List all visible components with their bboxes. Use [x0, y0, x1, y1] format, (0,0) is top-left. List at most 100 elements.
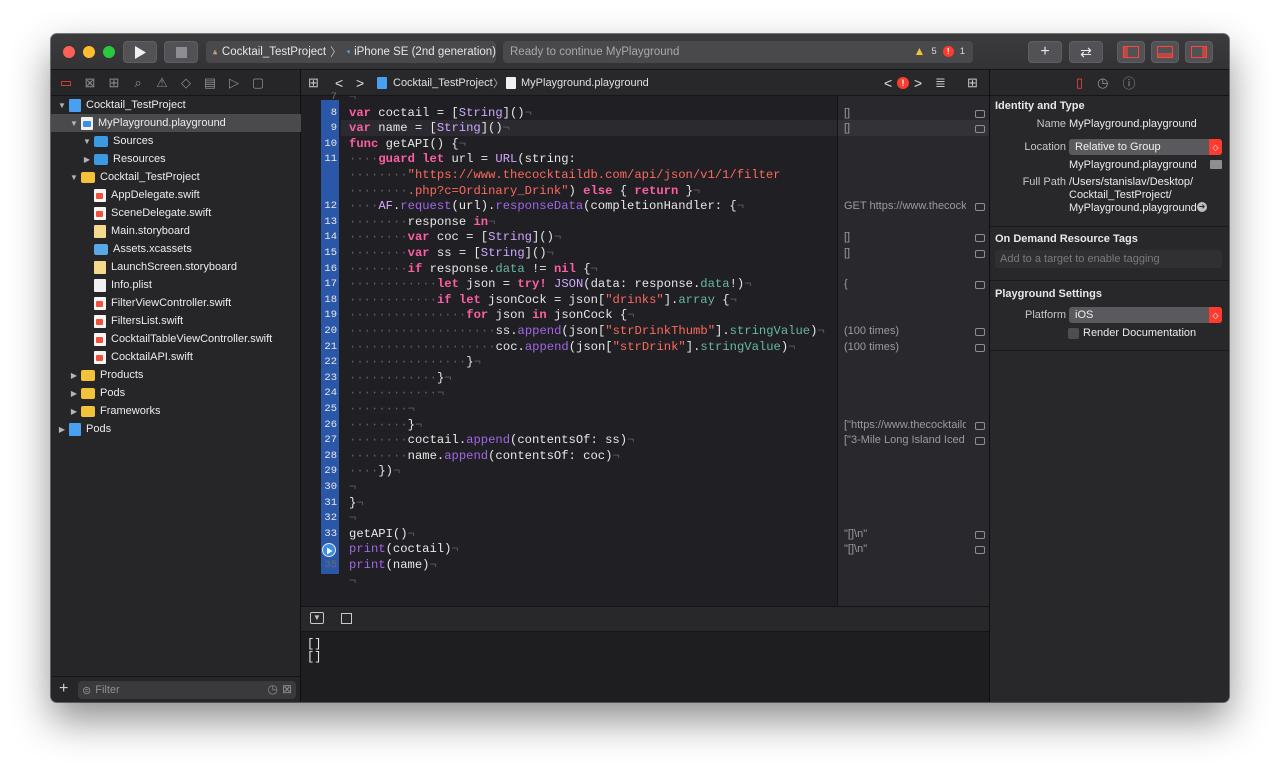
tree-item[interactable]: Info.plist [51, 276, 343, 294]
code-line[interactable]: print(name)¬ [349, 558, 437, 574]
result-value[interactable]: (100 times) [844, 324, 966, 340]
close-window-button[interactable] [63, 46, 75, 58]
toggle-inspector-button[interactable] [1185, 41, 1213, 63]
code-line[interactable]: ········if response.data != nil {¬ [349, 262, 598, 278]
tree-item[interactable]: ▼ MyPlayground.playground [51, 114, 318, 132]
line-number[interactable]: 11 [301, 152, 337, 168]
line-number[interactable]: 24 [301, 386, 337, 402]
related-items-icon[interactable]: ⊞ [308, 75, 319, 91]
line-number[interactable]: 9 [301, 121, 337, 137]
tree-item[interactable]: FiltersList.swift [51, 312, 343, 330]
tree-item[interactable]: ▶ Pods [51, 384, 318, 402]
line-number[interactable]: 15 [301, 246, 337, 262]
render-documentation-checkbox[interactable] [1068, 328, 1079, 339]
disclosure-right-icon[interactable]: ▶ [69, 407, 79, 416]
code-line[interactable]: ········.php?c=Ordinary_Drink") else { r… [349, 184, 700, 200]
code-line[interactable]: }¬ [349, 496, 364, 512]
debug-console[interactable]: [] [] [301, 632, 989, 702]
disclosure-down-icon[interactable]: ▼ [57, 101, 67, 110]
warning-count[interactable]: 5 [931, 46, 936, 57]
line-number[interactable]: 17 [301, 277, 337, 293]
quick-look-icon[interactable] [975, 203, 985, 212]
quick-look-icon[interactable] [975, 546, 985, 555]
run-button[interactable] [123, 41, 157, 63]
tree-item[interactable]: SceneDelegate.swift [51, 204, 343, 222]
code-line[interactable]: ············}¬ [349, 371, 452, 387]
code-line[interactable]: var coctail = [String]()¬ [349, 106, 532, 122]
line-number[interactable]: 33 [301, 527, 337, 543]
history-inspector-icon[interactable]: ◷ [1097, 75, 1108, 91]
location-popup[interactable]: Relative to Group ◇ [1069, 139, 1222, 155]
line-number[interactable]: 32 [301, 511, 337, 527]
tree-item[interactable]: ▶ Resources [51, 150, 331, 168]
tree-item[interactable]: Assets.xcassets [51, 240, 343, 258]
result-value[interactable]: ["3-Mile Long Island Iced Tea" [844, 433, 966, 449]
line-number[interactable]: 8 [301, 106, 337, 122]
error-icon[interactable]: ! [897, 77, 909, 89]
folder-icon[interactable] [1210, 160, 1222, 169]
tree-item[interactable]: ▼ Cocktail_TestProject [51, 168, 318, 186]
quick-look-icon[interactable] [975, 234, 985, 243]
warning-icon[interactable]: ▲ [914, 44, 926, 58]
result-value[interactable]: ["https://www.thecocktaildb.com/images/m… [844, 418, 966, 434]
code-line[interactable]: ¬ [349, 574, 356, 590]
stop-playground-button[interactable] [341, 613, 352, 624]
result-value[interactable]: [] [844, 246, 966, 262]
library-button[interactable]: + [1028, 41, 1062, 63]
line-number[interactable]: 10 [301, 137, 337, 153]
recent-files-icon[interactable]: ◷ [268, 682, 278, 696]
line-number[interactable]: 22 [301, 355, 337, 371]
code-line[interactable]: ········var coc = [String]()¬ [349, 230, 561, 246]
stop-button[interactable] [164, 41, 198, 63]
platform-popup[interactable]: iOS ◇ [1069, 307, 1222, 323]
code-line[interactable]: ····················coc.append(json["str… [349, 340, 796, 356]
navigator-filter-field[interactable]: ⊜ Filter ◷ ⊠ [78, 681, 296, 699]
result-value[interactable]: "[]\n" [844, 527, 966, 543]
line-number[interactable]: 30 [301, 480, 337, 496]
quick-look-icon[interactable] [975, 530, 985, 539]
file-inspector-icon[interactable]: ▯ [1076, 75, 1083, 91]
code-line[interactable]: ········response in¬ [349, 215, 495, 231]
quick-look-icon[interactable] [975, 109, 985, 118]
code-line[interactable]: ············let json = try! JSON(data: r… [349, 277, 752, 293]
error-count[interactable]: 1 [960, 46, 965, 57]
tree-item[interactable]: CocktailAPI.swift [51, 348, 343, 366]
toggle-navigator-button[interactable] [1117, 41, 1145, 63]
zoom-window-button[interactable] [103, 46, 115, 58]
line-number[interactable]: 19 [301, 308, 337, 324]
quick-look-icon[interactable] [975, 250, 985, 258]
code-line[interactable]: var name = [String]()¬ [349, 121, 510, 137]
line-number[interactable]: 12 [301, 199, 337, 215]
folder-icon[interactable]: ▭ [59, 75, 73, 91]
line-number[interactable] [301, 168, 337, 184]
add-file-button[interactable]: + [59, 680, 68, 698]
code-line[interactable]: ················}¬ [349, 355, 481, 371]
disclosure-right-icon[interactable]: ▶ [69, 389, 79, 398]
line-number[interactable]: 35 [301, 558, 337, 574]
editor-options-icon[interactable]: ≣ [935, 75, 946, 91]
next-issue-button[interactable]: > [914, 75, 922, 91]
line-number[interactable]: 7 [301, 90, 337, 106]
error-icon[interactable]: ! [942, 45, 954, 57]
code-line[interactable]: ················for json in jsonCock {¬ [349, 308, 635, 324]
result-value[interactable]: GET https://www.thecocktaildb.com/api/js… [844, 199, 966, 215]
line-number[interactable]: 28 [301, 449, 337, 465]
tree-item[interactable]: ▶ Pods [51, 420, 306, 438]
code-area[interactable]: ¬ var coctail = [String]()¬ var name = [St… [341, 96, 837, 606]
result-value[interactable]: "[]\n" [844, 542, 966, 558]
result-value[interactable]: { [844, 277, 966, 293]
split-editor-icon[interactable]: ⊞ [967, 75, 978, 91]
line-number[interactable]: 27 [301, 433, 337, 449]
code-line[interactable]: ············if let jsonCock = json["drin… [349, 293, 737, 309]
quick-look-icon[interactable] [975, 328, 985, 336]
hide-debug-area-button[interactable]: ▼ [310, 612, 324, 624]
tree-item[interactable]: ▶ Frameworks [51, 402, 318, 420]
line-number[interactable] [301, 184, 337, 200]
code-line[interactable]: ¬ [349, 96, 356, 106]
result-value[interactable]: (100 times) [844, 340, 966, 356]
tree-item[interactable]: Main.storyboard [51, 222, 343, 240]
code-line[interactable]: ········var ss = [String]()¬ [349, 246, 554, 262]
tree-item[interactable]: ▼ Cocktail_TestProject [51, 96, 306, 114]
line-number[interactable]: 31 [301, 496, 337, 512]
code-line[interactable]: ····guard let url = URL(string: [349, 152, 576, 168]
